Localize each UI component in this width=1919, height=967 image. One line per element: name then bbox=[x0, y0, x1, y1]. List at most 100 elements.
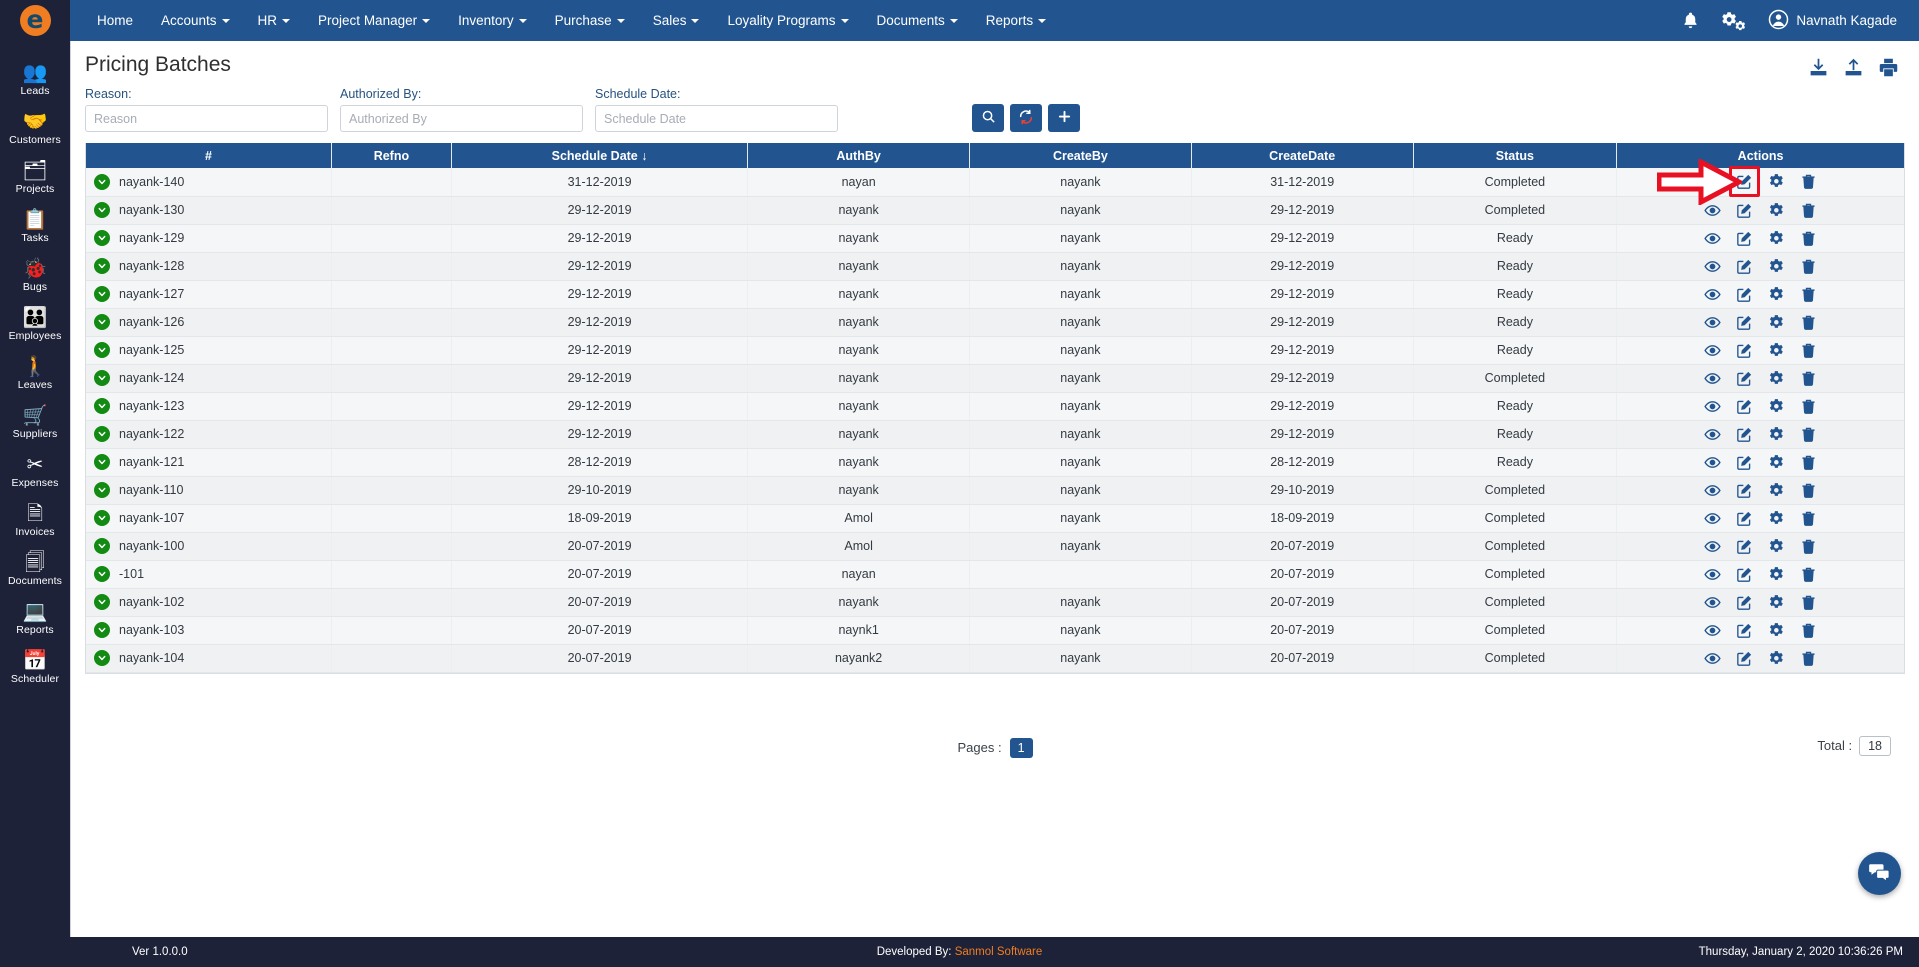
sidebar-item-invoices[interactable]: 🗎 Invoices bbox=[0, 496, 70, 545]
status-expand-icon[interactable] bbox=[94, 173, 110, 190]
status-expand-icon[interactable] bbox=[94, 258, 110, 274]
user-menu[interactable]: Navnath Kagade bbox=[1768, 9, 1897, 33]
reason-input[interactable] bbox=[85, 105, 328, 132]
authorized-by-input[interactable] bbox=[340, 105, 583, 132]
view-icon[interactable] bbox=[1704, 650, 1721, 667]
nav-item-loyality-programs[interactable]: Loyality Programs bbox=[713, 0, 862, 41]
settings-icon[interactable] bbox=[1768, 426, 1785, 443]
nav-item-project-manager[interactable]: Project Manager bbox=[304, 0, 444, 41]
nav-item-purchase[interactable]: Purchase bbox=[541, 0, 639, 41]
edit-icon[interactable] bbox=[1736, 173, 1753, 190]
edit-icon[interactable] bbox=[1736, 650, 1753, 667]
view-icon[interactable] bbox=[1704, 258, 1721, 275]
column-header-actions[interactable]: Actions bbox=[1616, 143, 1904, 168]
sidebar-item-documents[interactable]: 🗐 Documents bbox=[0, 545, 70, 594]
edit-icon[interactable] bbox=[1736, 510, 1753, 527]
edit-icon[interactable] bbox=[1736, 286, 1753, 303]
sidebar-item-leads[interactable]: 👥 Leads bbox=[0, 55, 70, 104]
status-expand-icon[interactable] bbox=[94, 510, 110, 526]
settings-icon[interactable] bbox=[1768, 342, 1785, 359]
view-icon[interactable] bbox=[1704, 510, 1721, 527]
upload-icon[interactable] bbox=[1843, 57, 1864, 83]
edit-icon[interactable] bbox=[1736, 482, 1753, 499]
delete-icon[interactable] bbox=[1800, 398, 1817, 415]
sidebar-item-scheduler[interactable]: 📅 Scheduler bbox=[0, 643, 70, 692]
status-expand-icon[interactable] bbox=[94, 650, 110, 666]
settings-icon[interactable] bbox=[1768, 258, 1785, 275]
settings-icon[interactable] bbox=[1768, 286, 1785, 303]
column-header-#[interactable]: # bbox=[86, 143, 332, 168]
print-icon[interactable] bbox=[1878, 57, 1899, 83]
edit-icon[interactable] bbox=[1736, 230, 1753, 247]
edit-icon[interactable] bbox=[1736, 398, 1753, 415]
settings-icon[interactable] bbox=[1768, 622, 1785, 639]
delete-icon[interactable] bbox=[1800, 454, 1817, 471]
download-icon[interactable] bbox=[1808, 57, 1829, 83]
nav-item-documents[interactable]: Documents bbox=[863, 0, 972, 41]
nav-item-inventory[interactable]: Inventory bbox=[444, 0, 541, 41]
status-expand-icon[interactable] bbox=[94, 230, 110, 246]
settings-icon[interactable] bbox=[1768, 202, 1785, 219]
status-expand-icon[interactable] bbox=[94, 314, 110, 330]
table-row[interactable]: nayank-107 18-09-2019 Amol nayank 18-09-2019… bbox=[86, 504, 1904, 533]
status-expand-icon[interactable] bbox=[94, 342, 110, 358]
table-row[interactable]: nayank-129 29-12-2019 nayank nayank 29-12-20… bbox=[86, 224, 1904, 253]
view-icon[interactable] bbox=[1704, 314, 1721, 331]
settings-icon[interactable] bbox=[1768, 454, 1785, 471]
view-icon[interactable] bbox=[1704, 482, 1721, 499]
delete-icon[interactable] bbox=[1800, 538, 1817, 555]
table-row[interactable]: nayank-103 20-07-2019 naynk1 nayank 20-07-20… bbox=[86, 616, 1904, 645]
search-button[interactable] bbox=[972, 104, 1004, 132]
sidebar-item-tasks[interactable]: 📋 Tasks bbox=[0, 202, 70, 251]
status-expand-icon[interactable] bbox=[94, 538, 110, 554]
sidebar-item-suppliers[interactable]: 🛒 Suppliers bbox=[0, 398, 70, 447]
nav-item-accounts[interactable]: Accounts bbox=[147, 0, 244, 41]
edit-icon[interactable] bbox=[1736, 370, 1753, 387]
table-row[interactable]: -101 20-07-2019 nayan 20-07-2019 Completed bbox=[86, 560, 1904, 589]
delete-icon[interactable] bbox=[1800, 594, 1817, 611]
bell-icon[interactable] bbox=[1681, 11, 1700, 30]
table-row[interactable]: nayank-102 20-07-2019 nayank nayank 20-07-20… bbox=[86, 588, 1904, 617]
settings-icon[interactable] bbox=[1768, 566, 1785, 583]
delete-icon[interactable] bbox=[1800, 202, 1817, 219]
view-icon[interactable] bbox=[1704, 230, 1721, 247]
status-expand-icon[interactable] bbox=[94, 286, 110, 302]
table-row[interactable]: nayank-104 20-07-2019 nayank2 nayank 20-07-2… bbox=[86, 644, 1904, 673]
status-expand-icon[interactable] bbox=[94, 202, 110, 218]
settings-icon[interactable] bbox=[1768, 370, 1785, 387]
delete-icon[interactable] bbox=[1800, 173, 1817, 190]
view-icon[interactable] bbox=[1704, 370, 1721, 387]
table-row[interactable]: nayank-122 29-12-2019 nayank nayank 29-12-20… bbox=[86, 420, 1904, 449]
delete-icon[interactable] bbox=[1800, 230, 1817, 247]
gears-icon[interactable] bbox=[1722, 10, 1746, 31]
app-logo[interactable]: e bbox=[0, 0, 70, 41]
settings-icon[interactable] bbox=[1768, 510, 1785, 527]
edit-icon[interactable] bbox=[1736, 426, 1753, 443]
table-row[interactable]: nayank-126 29-12-2019 nayank nayank 29-12-20… bbox=[86, 308, 1904, 337]
delete-icon[interactable] bbox=[1800, 258, 1817, 275]
view-icon[interactable] bbox=[1704, 454, 1721, 471]
table-row[interactable]: nayank-128 29-12-2019 nayank nayank 29-12-20… bbox=[86, 252, 1904, 281]
view-icon[interactable] bbox=[1704, 622, 1721, 639]
settings-icon[interactable] bbox=[1768, 482, 1785, 499]
status-expand-icon[interactable] bbox=[94, 454, 110, 470]
settings-icon[interactable] bbox=[1768, 398, 1785, 415]
edit-icon[interactable] bbox=[1736, 202, 1753, 219]
status-expand-icon[interactable] bbox=[94, 566, 110, 582]
view-icon[interactable] bbox=[1704, 286, 1721, 303]
schedule-date-input[interactable] bbox=[595, 105, 838, 132]
delete-icon[interactable] bbox=[1800, 286, 1817, 303]
edit-icon[interactable] bbox=[1736, 314, 1753, 331]
status-expand-icon[interactable] bbox=[94, 398, 110, 414]
delete-icon[interactable] bbox=[1800, 342, 1817, 359]
nav-item-home[interactable]: Home bbox=[83, 0, 147, 41]
delete-icon[interactable] bbox=[1800, 566, 1817, 583]
nav-item-reports[interactable]: Reports bbox=[972, 0, 1060, 41]
delete-icon[interactable] bbox=[1800, 426, 1817, 443]
view-icon[interactable] bbox=[1704, 398, 1721, 415]
sidebar-item-expenses[interactable]: ✂ Expenses bbox=[0, 447, 70, 496]
view-icon[interactable] bbox=[1704, 566, 1721, 583]
view-icon[interactable] bbox=[1704, 342, 1721, 359]
settings-icon[interactable] bbox=[1768, 594, 1785, 611]
add-button[interactable] bbox=[1048, 104, 1080, 132]
